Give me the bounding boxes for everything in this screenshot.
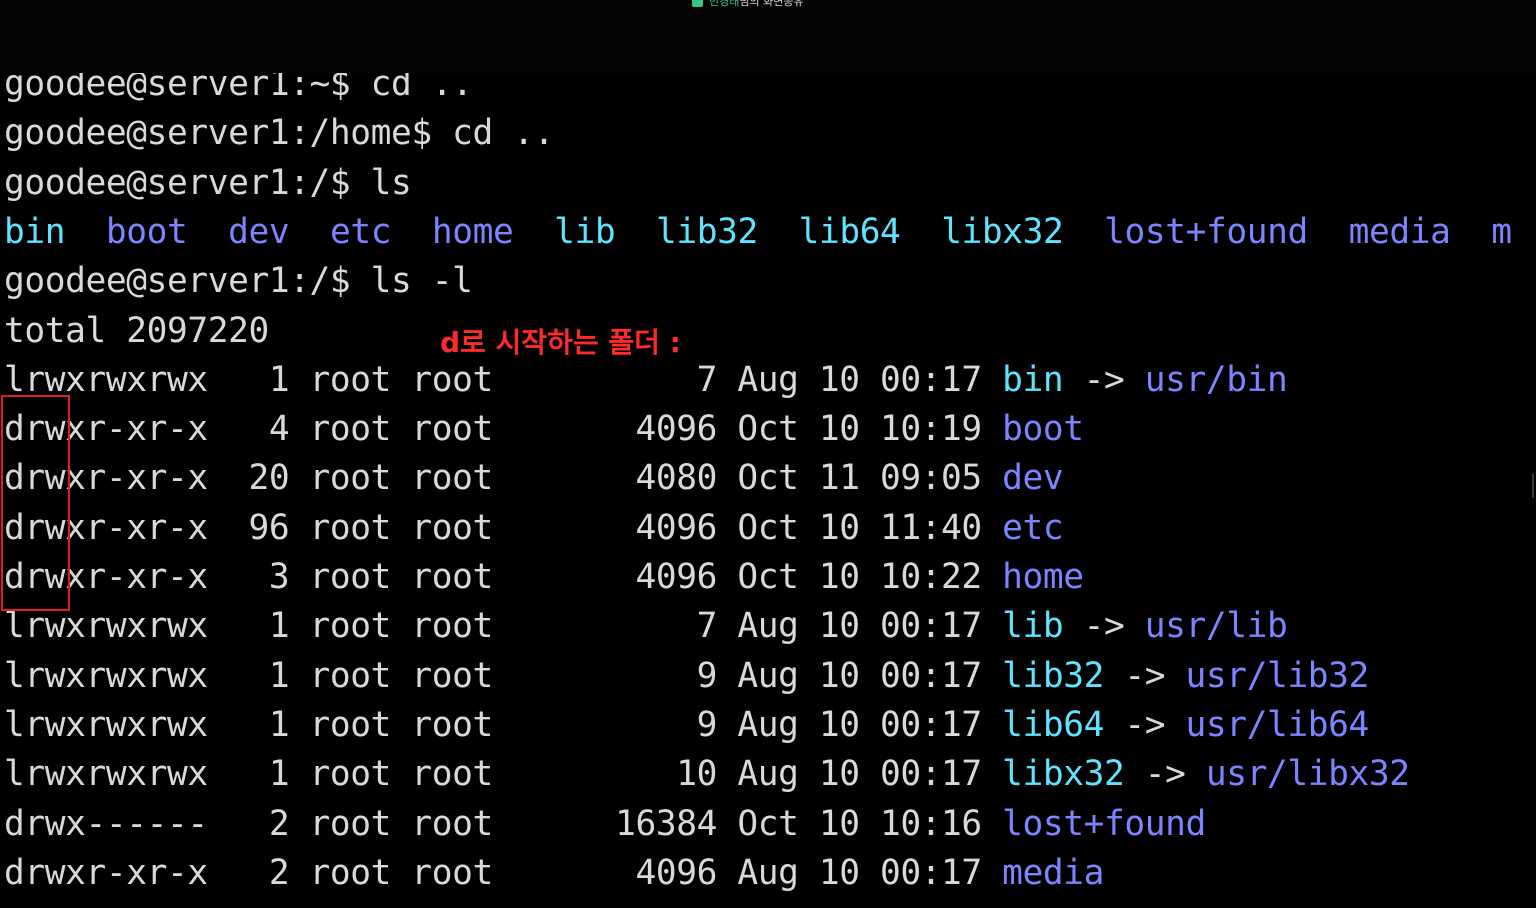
terminal-line: goodee@server1:/$ ls -l [4,256,473,306]
terminal-line: lrwxrwxrwx 1 root root 7 Aug 10 00:17 bi… [4,355,1288,405]
terminal-line: drwxr-xr-x 4 root root 4096 Oct 10 10:19… [4,404,1084,454]
terminal-text: goodee@server1:/$ ls [4,162,412,203]
terminal-line: lrwxrwxrwx 1 root root 10 Aug 10 00:17 l… [4,749,1410,799]
screen-share-window: 민경태님의 화면공유 goodee@server1:~$ cd .. goodee… [0,0,1536,908]
terminal-text: goodee@server1:~$ cd .. [4,73,473,104]
terminal-line: goodee@server1:~$ cd .. [4,73,473,109]
screen-share-label: 민경태님의 화면공유 [692,0,804,9]
terminal-text: drwxr-xr-x 20 root root 4080 Oct 11 09:0… [4,458,1003,499]
scrollbar-indicator[interactable] [1532,474,1534,498]
directory-name: dev [228,211,290,252]
symlink-name: lib32 [655,211,758,252]
directory-name: lost+found [1104,211,1308,252]
symlink-name: bin [4,211,66,252]
presenter-name: 민경태 [709,0,740,8]
annotation-highlight-box [1,395,70,611]
terminal-text: lrwxrwxrwx 1 root root 9 Aug 10 00:17 [4,655,1003,696]
directory-name: media [1002,852,1105,893]
terminal-line: total 2097220 [4,306,269,356]
directory-name: lost+found [1002,803,1206,844]
directory-name: usr/bin [1144,359,1288,400]
terminal-text: lrwxrwxrwx 1 root root 7 Aug 10 00:17 [4,359,1003,400]
terminal-line: drwxr-xr-x 20 root root 4080 Oct 11 09:0… [4,453,1064,503]
terminal-text: -> [1063,359,1145,400]
terminal-line: drwxr-xr-x 2 root root 4096 Aug 10 00:17… [4,848,1104,898]
symlink-name: bin [1002,359,1064,400]
terminal-line: drwx------ 2 root root 16384 Oct 10 10:1… [4,799,1206,849]
terminal-line: goodee@server1:/$ ls [4,158,412,208]
screen-share-bar: 민경태님의 화면공유 [0,0,1536,73]
directory-name: home [1002,557,1084,597]
directory-name: usr/lib64 [1185,704,1370,745]
symlink-name: lib32 [1002,655,1105,696]
screen-share-suffix: 님의 화면공유 [739,0,804,8]
directory-name: m [1491,211,1512,252]
terminal-text: goodee@server1:/home$ cd .. [4,113,555,154]
terminal-text: -> [1104,655,1186,696]
terminal-text: drwxr-xr-x 3 root root 4096 Oct 10 10:22 [4,557,1003,597]
directory-name: usr/libx32 [1205,754,1410,795]
terminal-text: drwxr-xr-x 96 root root 4096 Oct 10 11:4… [4,507,1003,548]
terminal-text: -> [1124,754,1206,795]
terminal-line: drwxr-xr-x 3 root root 4096 Oct 10 10:22… [4,552,1084,602]
directory-name: media [1348,211,1451,252]
terminal-text: drwxr-xr-x 2 root root 4096 Aug 10 00:17 [4,852,1003,893]
directory-name: boot [105,211,188,252]
directory-name: dev [1002,458,1064,499]
terminal-text: total 2097220 [4,310,269,351]
terminal-line: lrwxrwxrwx 1 root root 7 Aug 10 00:17 li… [4,601,1288,651]
directory-name: home [431,211,514,252]
annotation-label: d로 시작하는 폴더 : [440,326,681,359]
symlink-name: lib [554,211,616,252]
directory-name: etc [1002,507,1064,548]
directory-name: usr/lib [1144,606,1288,647]
directory-name: etc [329,211,392,252]
symlink-name: libx32 [941,211,1064,252]
terminal-line: drwxr-xr-x 96 root root 4096 Oct 10 11:4… [4,503,1064,553]
symlink-name: libx32 [1002,754,1125,795]
terminal-text: drwxr-xr-x 4 root root 4096 Oct 10 10:19 [4,409,1003,450]
terminal-text: -> [1104,704,1186,745]
terminal-line: goodee@server1:/home$ cd .. [4,108,554,158]
terminal-line: bin boot dev etc home lib lib32 lib64 li… [4,207,1512,257]
terminal-text: drwx------ 2 root root 16384 Oct 10 10:1… [4,803,1003,844]
terminal-text: lrwxrwxrwx 1 root root 10 Aug 10 00:17 [4,754,1003,795]
symlink-name: lib64 [1002,704,1105,745]
terminal-line: lrwxrwxrwx 1 root root 9 Aug 10 00:17 li… [4,651,1369,701]
terminal-text: -> [1063,606,1145,647]
symlink-name: lib [1002,606,1064,647]
directory-name: boot [1002,409,1084,450]
symlink-name: lib64 [798,211,901,252]
terminal-text: goodee@server1:/$ ls -l [4,261,473,302]
terminal-output[interactable]: goodee@server1:~$ cd .. goodee@server1:/h… [0,73,1536,908]
terminal-text: lrwxrwxrwx 1 root root 7 Aug 10 00:17 [4,606,1003,647]
terminal-line: lrwxrwxrwx 1 root root 9 Aug 10 00:17 li… [4,700,1369,750]
directory-name: usr/lib32 [1185,655,1370,696]
screen-share-icon [692,0,703,7]
terminal-text: lrwxrwxrwx 1 root root 9 Aug 10 00:17 [4,704,1003,745]
